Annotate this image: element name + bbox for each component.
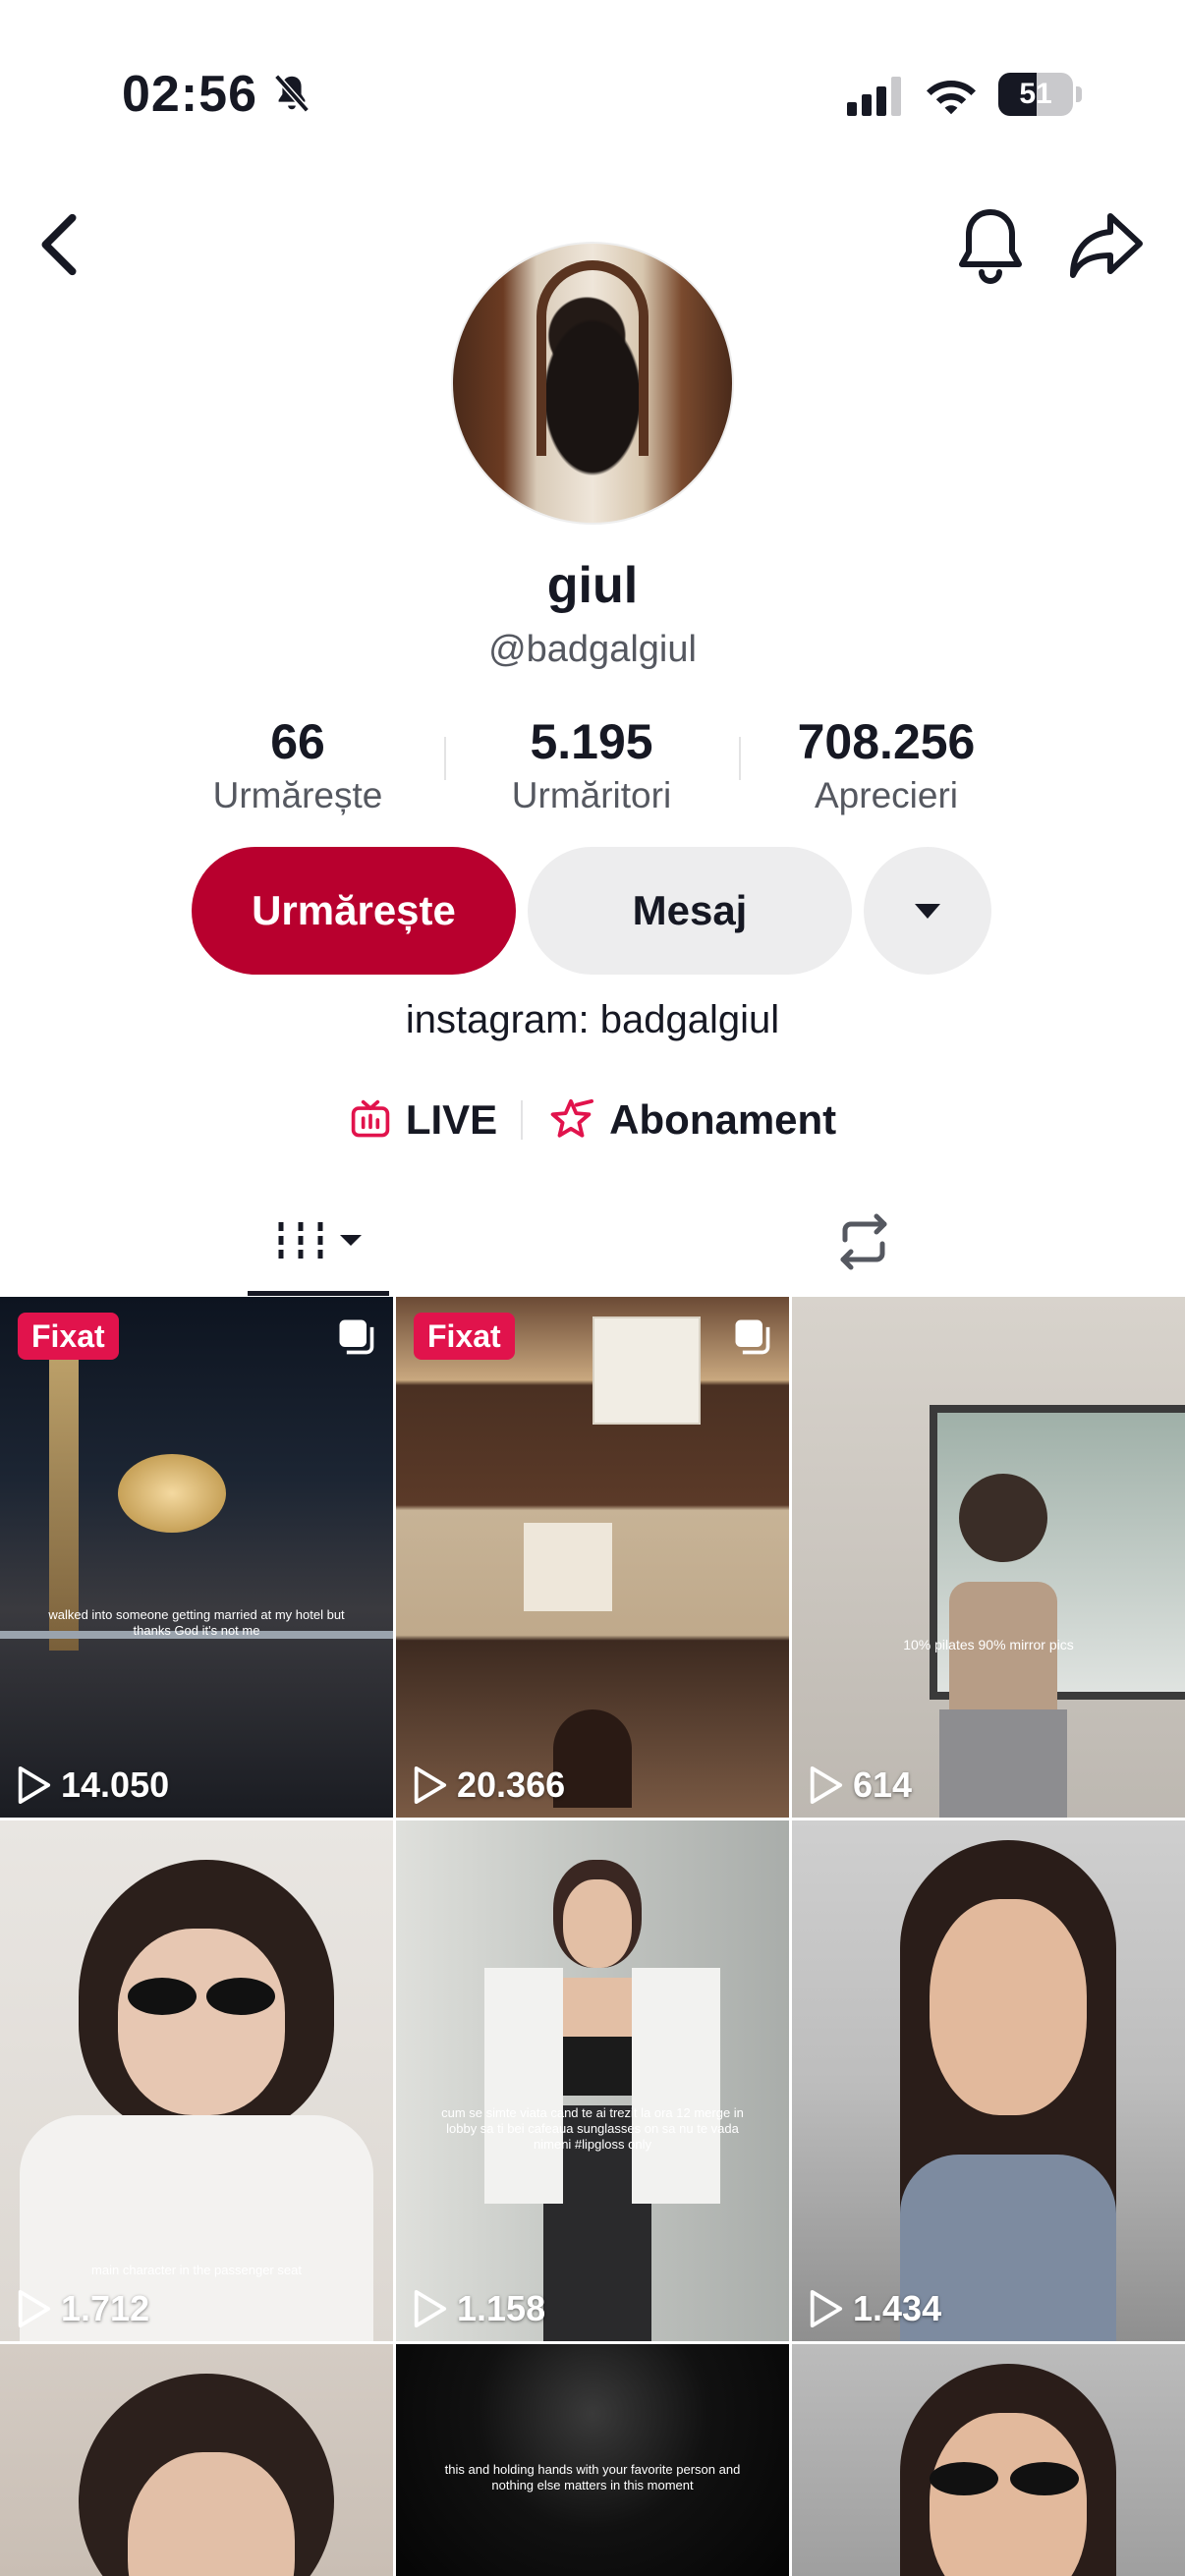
video-tile[interactable]: 10% pilates 90% mirror pics 614 bbox=[792, 1297, 1185, 1818]
play-icon bbox=[18, 2290, 51, 2327]
view-count: 614 bbox=[808, 1763, 912, 1808]
battery-icon: 51 bbox=[998, 73, 1082, 116]
play-icon bbox=[810, 2290, 843, 2327]
stat-value: 708.256 bbox=[797, 714, 976, 769]
message-button[interactable]: Mesaj bbox=[528, 847, 852, 975]
stat-label: Aprecieri bbox=[815, 775, 958, 815]
video-tile[interactable]: walked into someone getting married at m… bbox=[0, 1297, 393, 1818]
live-tv-icon bbox=[351, 1099, 390, 1138]
pinned-badge: Fixat bbox=[18, 1313, 119, 1360]
profile-links: LIVE Abonament bbox=[0, 1091, 1185, 1149]
subscription-link[interactable]: Abonament bbox=[546, 1096, 836, 1144]
tab-reposts[interactable] bbox=[823, 1189, 904, 1295]
view-count-value: 1.712 bbox=[61, 2288, 150, 2328]
video-caption: cum se simte viata cand te ai trezit la … bbox=[441, 2105, 744, 2152]
view-count: 20.366 bbox=[412, 1763, 565, 1808]
avatar[interactable] bbox=[451, 242, 734, 525]
tab-videos[interactable] bbox=[248, 1189, 389, 1295]
stat-label: Urmărește bbox=[212, 775, 383, 815]
display-name: giul bbox=[546, 557, 639, 614]
view-count: 1.712 bbox=[16, 2286, 149, 2331]
stat-label: Urmăritori bbox=[511, 775, 672, 815]
subscription-label: Abonament bbox=[609, 1096, 837, 1143]
wifi-icon bbox=[927, 81, 976, 115]
video-caption: this and holding hands with your favorit… bbox=[444, 2462, 741, 2492]
status-time: 02:56 bbox=[122, 66, 257, 123]
status-bar: 02:56 51 bbox=[0, 0, 1185, 187]
cellular-signal-icon bbox=[847, 77, 901, 116]
chevron-left-icon[interactable] bbox=[29, 210, 88, 279]
follow-button[interactable]: Urmărește bbox=[192, 847, 516, 975]
live-link[interactable]: LIVE bbox=[349, 1096, 497, 1144]
video-tile[interactable]: this and holding hands with your favorit… bbox=[396, 2344, 789, 2576]
bell-icon[interactable] bbox=[953, 206, 1028, 285]
photo-carousel-icon bbox=[339, 1319, 374, 1355]
play-icon bbox=[414, 2290, 447, 2327]
video-tile[interactable]: main character in the passenger seat 1.7… bbox=[0, 1820, 393, 2341]
video-caption: walked into someone getting married at m… bbox=[48, 1607, 345, 1638]
stat-followers[interactable]: 5.195 Urmăritori bbox=[444, 711, 739, 819]
play-icon bbox=[414, 1766, 447, 1804]
active-tab-indicator bbox=[248, 1291, 389, 1296]
view-count: 1.434 bbox=[808, 2286, 941, 2331]
play-icon bbox=[810, 1766, 843, 1804]
play-icon bbox=[18, 1766, 51, 1804]
stat-likes[interactable]: 708.256 Aprecieri bbox=[739, 711, 1034, 819]
username: @badgalgiul bbox=[488, 629, 697, 670]
repost-icon bbox=[840, 1213, 887, 1270]
video-tile[interactable]: cum se simte viata cand te ai trezit la … bbox=[396, 1820, 789, 2341]
view-count-value: 1.434 bbox=[853, 2288, 942, 2328]
subscription-star-icon bbox=[550, 1098, 594, 1138]
stat-value: 66 bbox=[270, 714, 325, 769]
video-tile[interactable]: Fixat 20.366 bbox=[396, 1297, 789, 1818]
suggested-accounts-dropdown-button[interactable] bbox=[864, 847, 991, 975]
video-caption: 10% pilates 90% mirror pics bbox=[903, 1637, 1074, 1652]
stat-value: 5.195 bbox=[530, 714, 653, 769]
photo-carousel-icon bbox=[735, 1319, 770, 1355]
view-count-value: 1.158 bbox=[457, 2288, 546, 2328]
view-count-value: 20.366 bbox=[457, 1764, 566, 1805]
video-caption: main character in the passenger seat bbox=[91, 2263, 302, 2277]
bell-muted-icon bbox=[274, 74, 310, 113]
pinned-badge: Fixat bbox=[414, 1313, 515, 1360]
video-grid: walked into someone getting married at m… bbox=[0, 1297, 1185, 2576]
grid-videos-icon bbox=[278, 1222, 362, 1260]
divider bbox=[521, 1100, 524, 1140]
live-label: LIVE bbox=[405, 1096, 498, 1143]
view-count-value: 614 bbox=[853, 1764, 913, 1805]
view-count: 1.158 bbox=[412, 2286, 545, 2331]
view-count-value: 14.050 bbox=[61, 1764, 170, 1805]
video-tile[interactable] bbox=[0, 2344, 393, 2576]
bio: instagram: badgalgiul bbox=[405, 998, 780, 1041]
video-tile[interactable] bbox=[792, 2344, 1185, 2576]
share-arrow-icon[interactable] bbox=[1067, 208, 1146, 283]
stat-following[interactable]: 66 Urmărește bbox=[150, 711, 445, 819]
video-tile[interactable]: 1.434 bbox=[792, 1820, 1185, 2341]
battery-percent: 51 bbox=[1019, 78, 1052, 110]
view-count: 14.050 bbox=[16, 1763, 169, 1808]
